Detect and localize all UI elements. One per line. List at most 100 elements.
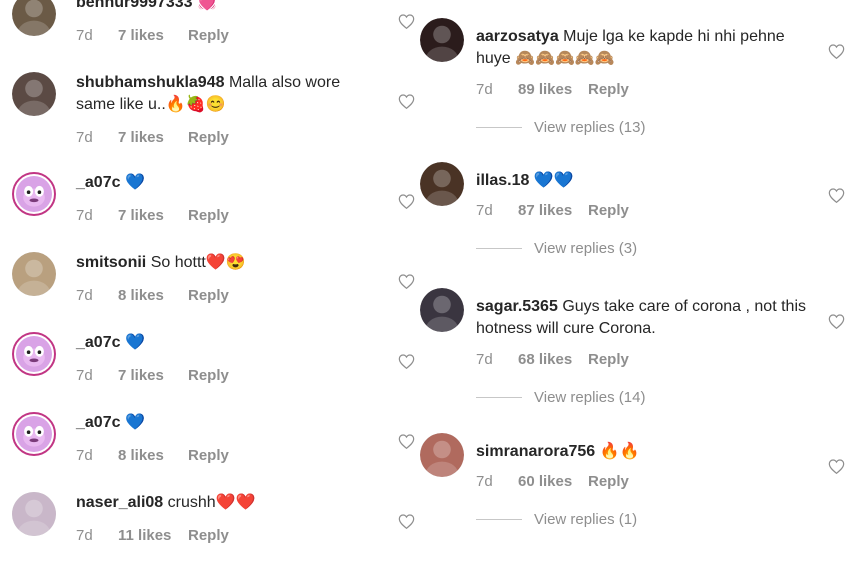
avatar[interactable] — [12, 72, 56, 116]
like-heart-icon[interactable] — [398, 274, 415, 289]
comment-username[interactable]: sagar.5365 — [476, 298, 558, 315]
comment-time: 7d — [76, 447, 93, 464]
comment-meta: 7d 7 likes Reply — [76, 27, 229, 44]
avatar[interactable] — [12, 492, 56, 536]
view-replies-label[interactable]: View replies (1) — [534, 511, 637, 528]
like-heart-icon[interactable] — [398, 94, 415, 109]
reply-button[interactable]: Reply — [588, 473, 629, 490]
comment-body: So hottt❤️😍 — [150, 254, 246, 271]
avatar[interactable] — [420, 288, 464, 332]
likes-count[interactable]: 7 likes — [118, 367, 188, 384]
replies-divider — [476, 248, 522, 249]
reply-button[interactable]: Reply — [188, 27, 229, 44]
reply-button[interactable]: Reply — [588, 351, 629, 368]
like-heart-icon[interactable] — [398, 14, 415, 29]
like-heart-icon[interactable] — [828, 44, 845, 59]
likes-count[interactable]: 68 likes — [518, 351, 588, 368]
likes-count[interactable]: 7 likes — [118, 129, 188, 146]
comment-item: shubhamshukla948 Malla also wore same li… — [0, 72, 420, 146]
comment-username[interactable]: aarzosatya — [476, 28, 559, 45]
comment-item: naser_ali08 crushh❤️❤️ 7d 11 likes Reply — [0, 492, 420, 562]
like-heart-icon[interactable] — [398, 514, 415, 529]
avatar[interactable] — [12, 0, 56, 36]
comment-time: 7d — [476, 81, 493, 98]
like-heart-icon[interactable] — [398, 354, 415, 369]
like-heart-icon[interactable] — [398, 434, 415, 449]
comment-username[interactable]: smitsonii — [76, 254, 146, 271]
like-heart-icon[interactable] — [828, 314, 845, 329]
likes-count[interactable]: 7 likes — [118, 207, 188, 224]
reply-button[interactable]: Reply — [588, 81, 629, 98]
view-replies-link[interactable]: View replies (3) — [476, 240, 637, 257]
reply-button[interactable]: Reply — [188, 367, 229, 384]
comment-username[interactable]: simranarora756 — [476, 443, 595, 460]
comment-time: 7d — [476, 202, 493, 219]
photo-avatar-icon — [420, 162, 464, 206]
comment-time: 7d — [76, 287, 93, 304]
comment-meta: 7d 87 likes Reply — [476, 202, 629, 219]
view-replies-link[interactable]: View replies (14) — [476, 389, 645, 406]
comment-username[interactable]: _a07c — [76, 174, 121, 191]
like-heart-icon[interactable] — [398, 194, 415, 209]
reply-button[interactable]: Reply — [588, 202, 629, 219]
comment-time: 7d — [76, 207, 93, 224]
likes-count[interactable]: 8 likes — [118, 447, 188, 464]
comment-item: illas.18 💙💙 7d 87 likes Reply View replies (… — [420, 162, 846, 292]
comment-body: 💙 — [124, 334, 145, 351]
avatar[interactable] — [420, 162, 464, 206]
reply-button[interactable]: Reply — [188, 527, 229, 544]
comment-username[interactable]: benhur9997333 — [76, 0, 193, 11]
view-replies-link[interactable]: View replies (1) — [476, 511, 637, 528]
view-replies-label[interactable]: View replies (14) — [534, 389, 645, 406]
reply-button[interactable]: Reply — [188, 207, 229, 224]
photo-avatar-icon — [12, 492, 56, 536]
view-replies-label[interactable]: View replies (3) — [534, 240, 637, 257]
likes-count[interactable]: 11 likes — [118, 527, 188, 544]
reply-button[interactable]: Reply — [188, 447, 229, 464]
comment-username[interactable]: shubhamshukla948 — [76, 74, 225, 91]
comment-text: smitsonii So hottt❤️😍 — [76, 252, 376, 274]
cartoon-dog-avatar-icon — [16, 176, 52, 212]
avatar[interactable] — [12, 412, 56, 456]
likes-count[interactable]: 89 likes — [518, 81, 588, 98]
replies-divider — [476, 519, 522, 520]
view-replies-link[interactable]: View replies (13) — [476, 119, 645, 136]
cartoon-dog-avatar-icon — [16, 336, 52, 372]
comment-time: 7d — [76, 527, 93, 544]
comment-item: benhur9997333 💓 7d 7 likes Reply — [0, 0, 420, 62]
likes-count[interactable]: 87 likes — [518, 202, 588, 219]
comment-text: aarzosatya Muje lga ke kapde hi nhi pehn… — [476, 26, 806, 70]
avatar[interactable] — [420, 18, 464, 62]
cartoon-dog-avatar-icon — [16, 416, 52, 452]
photo-avatar-icon — [420, 433, 464, 477]
comment-username[interactable]: _a07c — [76, 414, 121, 431]
photo-avatar-icon — [12, 0, 56, 36]
comment-username[interactable]: illas.18 — [476, 172, 529, 189]
comment-time: 7d — [76, 367, 93, 384]
comment-text: _a07c 💙 — [76, 332, 376, 354]
likes-count[interactable]: 7 likes — [118, 27, 188, 44]
like-heart-icon[interactable] — [828, 459, 845, 474]
comment-body: 💙💙 — [533, 172, 574, 189]
comment-meta: 7d 7 likes Reply — [76, 367, 229, 384]
likes-count[interactable]: 60 likes — [518, 473, 588, 490]
avatar[interactable] — [12, 332, 56, 376]
comment-text: simranarora756 🔥🔥 — [476, 441, 806, 463]
comment-meta: 7d 8 likes Reply — [76, 287, 229, 304]
comment-body: 💓 — [196, 0, 217, 11]
replies-divider — [476, 127, 522, 128]
likes-count[interactable]: 8 likes — [118, 287, 188, 304]
reply-button[interactable]: Reply — [188, 287, 229, 304]
view-replies-label[interactable]: View replies (13) — [534, 119, 645, 136]
avatar[interactable] — [420, 433, 464, 477]
avatar[interactable] — [12, 252, 56, 296]
like-heart-icon[interactable] — [828, 188, 845, 203]
comment-username[interactable]: naser_ali08 — [76, 494, 163, 511]
comment-meta: 7d 11 likes Reply — [76, 527, 229, 544]
comment-text: shubhamshukla948 Malla also wore same li… — [76, 72, 376, 116]
avatar[interactable] — [12, 172, 56, 216]
comment-time: 7d — [76, 27, 93, 44]
reply-button[interactable]: Reply — [188, 129, 229, 146]
comment-text: naser_ali08 crushh❤️❤️ — [76, 492, 376, 514]
comment-username[interactable]: _a07c — [76, 334, 121, 351]
